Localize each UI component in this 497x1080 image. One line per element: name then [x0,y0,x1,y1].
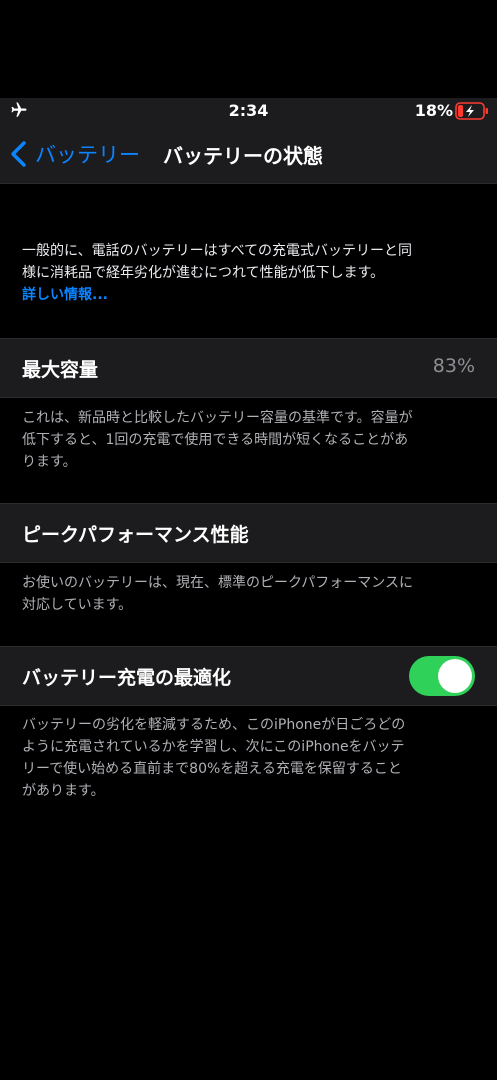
intro-line: 一般的に、電話のバッテリーはすべての充電式バッテリーと同 [22,243,413,259]
peak-performance-cell: ピークパフォーマンス性能 [0,503,497,563]
battery-percent: 18% [414,101,453,120]
footer-line: ります。 [22,454,77,470]
footer-line: 対応しています。 [22,597,133,613]
max-capacity-cell: 最大容量 83% [0,338,497,398]
back-button[interactable]: バッテリー [8,138,140,170]
footer-line: これは、新品時と比較したバッテリー容量の基準です。容量が [22,410,413,426]
peak-performance-footer: お使いのバッテリーは、現在、標準のピークパフォーマンスに 対応しています。 [22,572,482,616]
status-bar: 2:34 18% [0,98,497,126]
chevron-left-icon [11,141,26,167]
footer-line: があります。 [22,783,105,799]
navigation-bar: バッテリー バッテリーの状態 [0,126,497,184]
back-label: バッテリー [35,143,140,167]
footer-line: リーで使い始める直前まで80%を超える充電を保留すること [22,761,402,777]
footer-line: ように充電されているかを学習し、次にこのiPhoneをバッテ [22,739,405,755]
intro-text: 一般的に、電話のバッテリーはすべての充電式バッテリーと同 様に消耗品で経年劣化が… [22,240,482,306]
footer-line: 低下すると、1回の充電で使用できる時間が短くなることがあ [22,432,409,448]
footer-line: お使いのバッテリーは、現在、標準のピークパフォーマンスに [22,575,414,591]
max-capacity-value: 83% [432,355,475,377]
optimized-charging-toggle[interactable] [409,656,475,696]
optimized-charging-cell: バッテリー充電の最適化 [0,646,497,706]
optimized-charging-label: バッテリー充電の最適化 [22,667,232,689]
peak-performance-label: ピークパフォーマンス性能 [22,524,249,546]
optimized-charging-footer: バッテリーの劣化を軽減するため、このiPhoneが日ごろどの ように充電されてい… [22,714,482,802]
battery-charging-icon [455,102,488,120]
learn-more-link[interactable]: 詳しい情報... [22,284,482,306]
page-title: バッテリーの状態 [163,144,323,168]
toggle-knob [438,659,472,693]
intro-line: 様に消耗品で経年劣化が進むにつれて性能が低下します。 [22,265,385,281]
max-capacity-label: 最大容量 [22,359,99,381]
max-capacity-footer: これは、新品時と比較したバッテリー容量の基準です。容量が 低下すると、1回の充電… [22,407,482,473]
footer-line: バッテリーの劣化を軽減するため、このiPhoneが日ごろどの [22,717,406,733]
